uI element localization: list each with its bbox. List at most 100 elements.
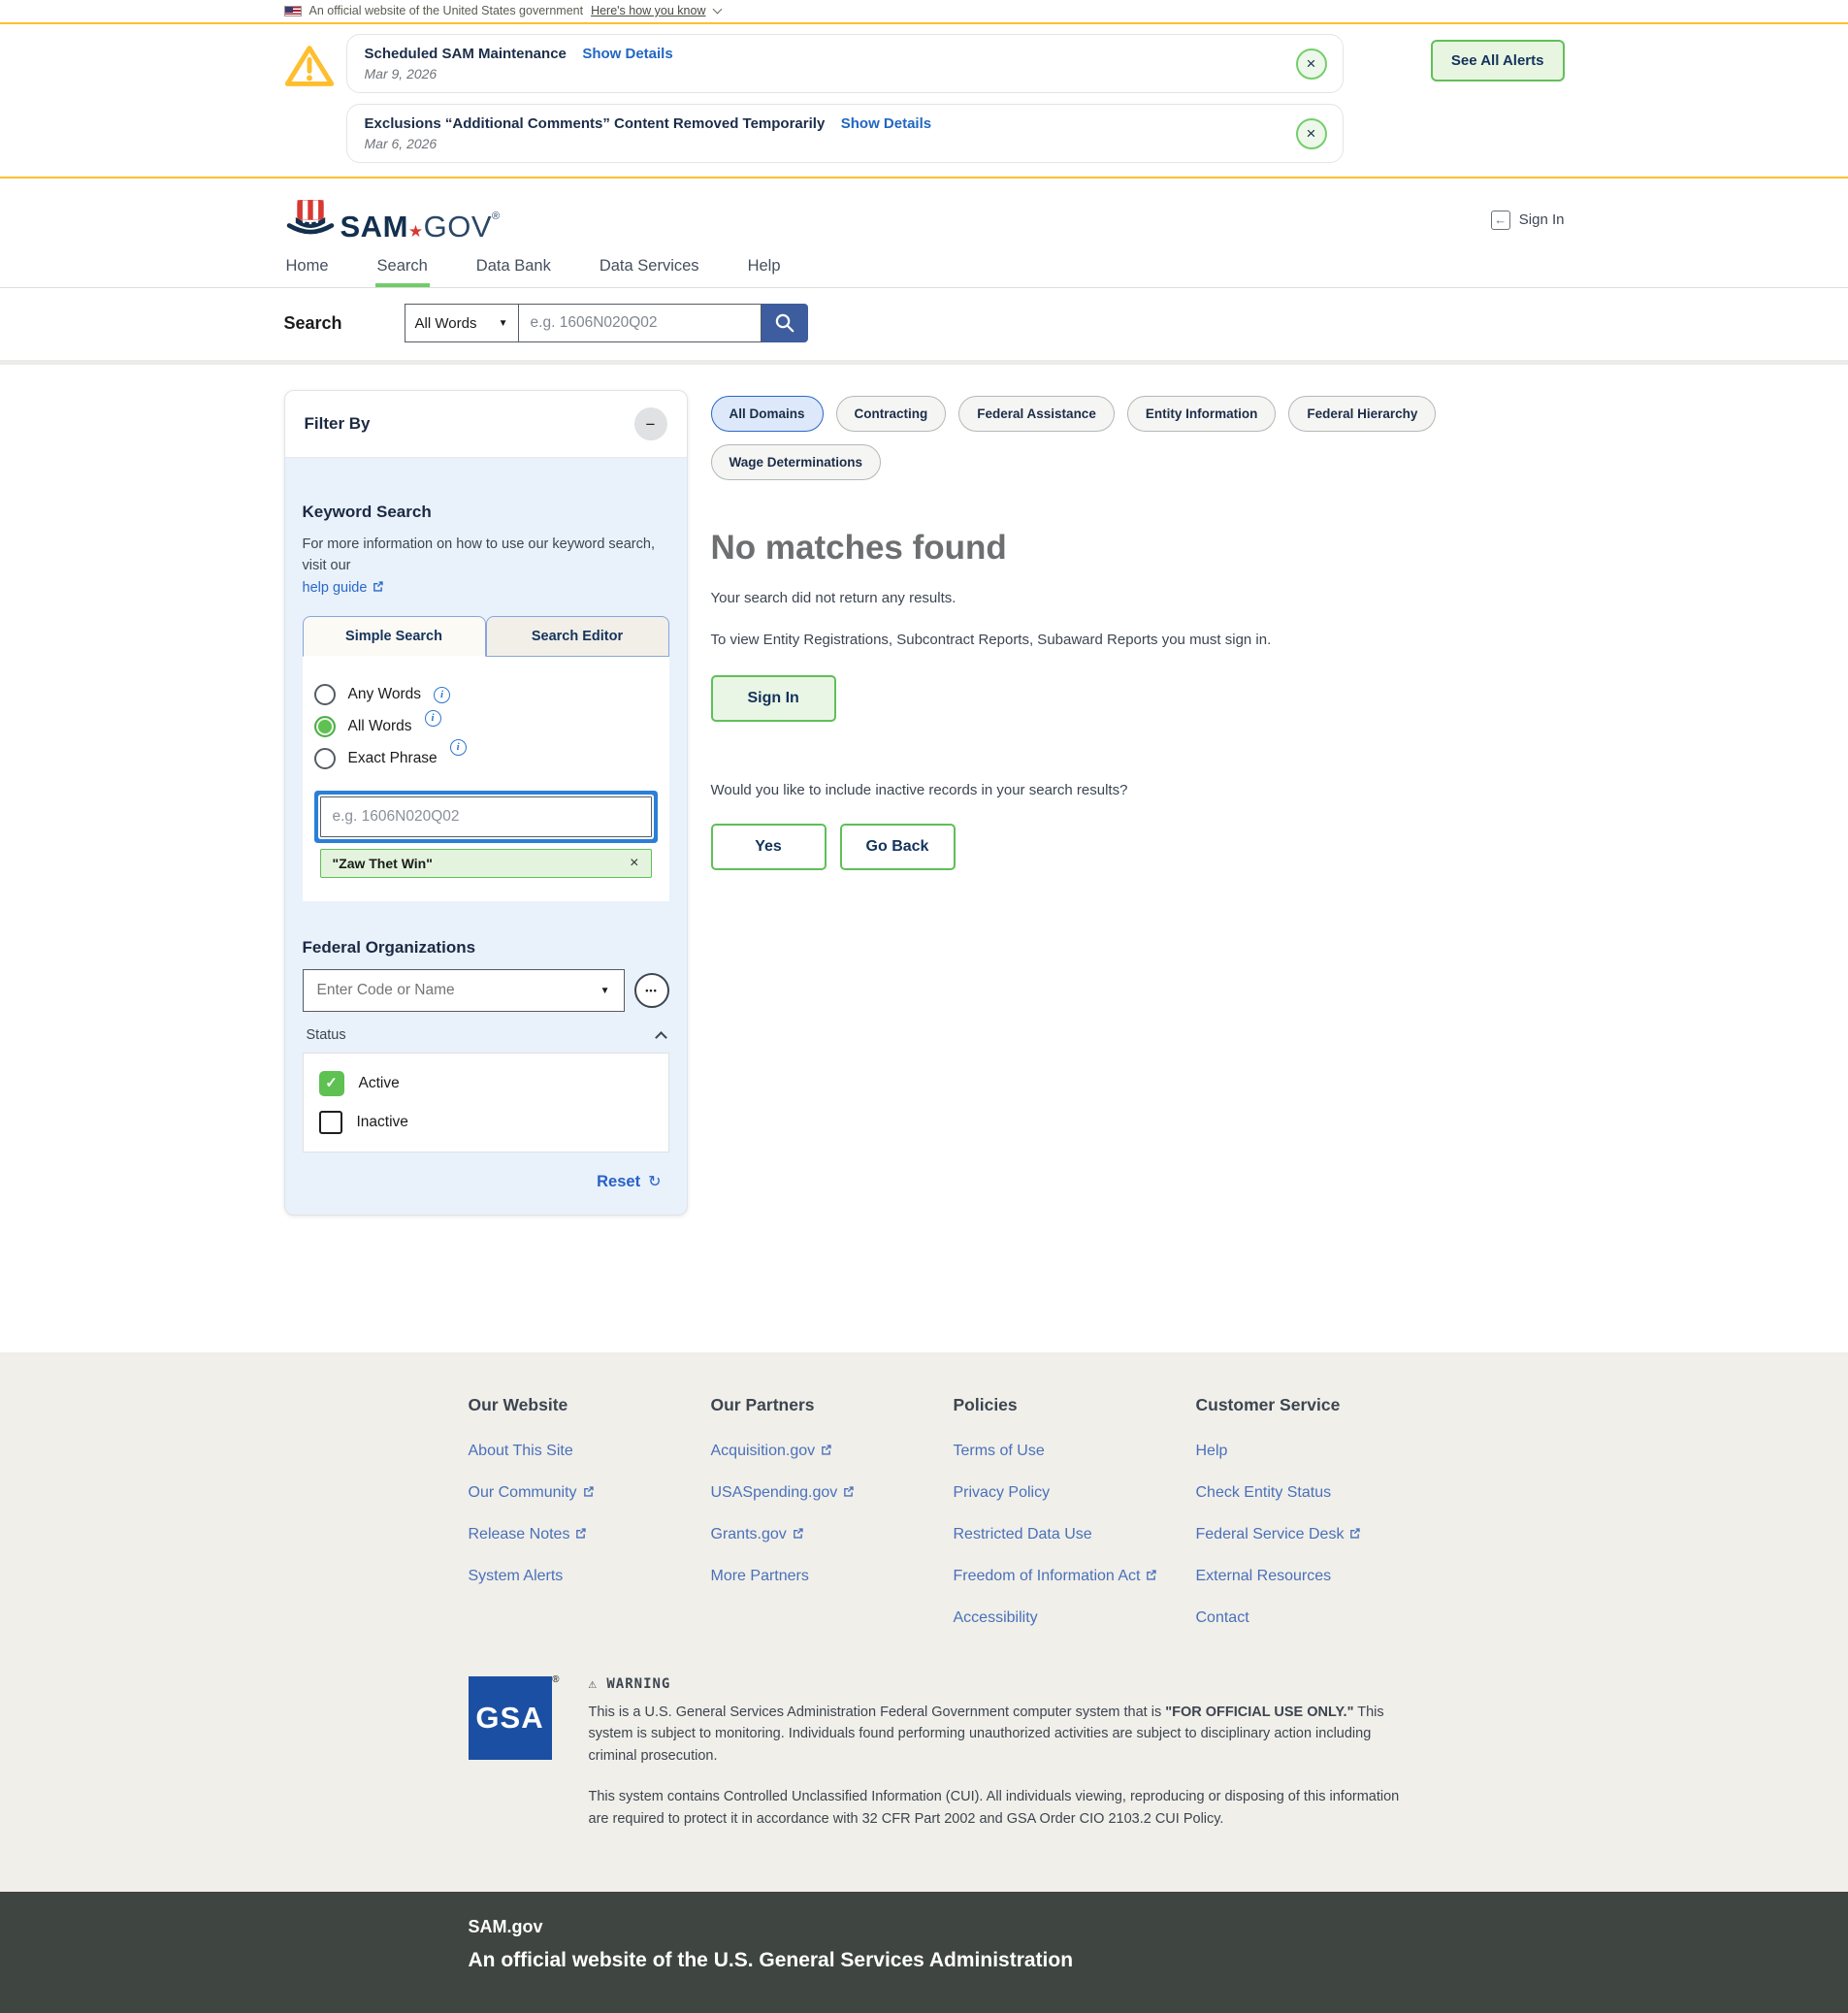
magnifier-icon — [774, 312, 795, 334]
search-mode-value: All Words — [415, 315, 477, 332]
external-link-icon — [1145, 1569, 1157, 1581]
global-search-input[interactable] — [519, 304, 762, 342]
select-caret-icon: ▼ — [600, 986, 610, 996]
nav-item-home[interactable]: Home — [284, 253, 331, 287]
alert-card: Scheduled SAM Maintenance Show Details M… — [346, 34, 1344, 93]
footer-link-system-alerts[interactable]: System Alerts — [469, 1568, 564, 1585]
sign-in-button[interactable]: Sign In — [711, 675, 836, 722]
warning-paragraph-2: This system contains Controlled Unclassi… — [589, 1786, 1418, 1830]
footer-link-contact[interactable]: Contact — [1196, 1609, 1249, 1627]
pill-contracting[interactable]: Contracting — [836, 396, 947, 432]
alert-date: Mar 6, 2026 — [365, 136, 1284, 151]
radio-any-words[interactable] — [314, 684, 336, 705]
checkbox-active[interactable]: ✓ — [319, 1071, 344, 1096]
nav-item-data-services[interactable]: Data Services — [598, 253, 701, 287]
footer-link-foia[interactable]: Freedom of Information Act — [954, 1568, 1158, 1585]
go-back-button[interactable]: Go Back — [840, 824, 956, 870]
checkbox-inactive[interactable] — [319, 1111, 342, 1134]
tab-search-editor[interactable]: Search Editor — [486, 616, 669, 657]
checkbox-inactive-label: Inactive — [357, 1114, 408, 1131]
collapse-filters-button[interactable]: − — [634, 407, 667, 440]
close-icon[interactable]: × — [1296, 49, 1327, 80]
brand-text: SAM★GOV® — [340, 211, 501, 242]
pill-all-domains[interactable]: All Domains — [711, 396, 824, 432]
show-details-link[interactable]: Show Details — [841, 115, 931, 132]
alerts-section: Scheduled SAM Maintenance Show Details M… — [0, 24, 1848, 179]
gov-banner-text: An official website of the United States… — [309, 4, 584, 17]
pill-federal-hierarchy[interactable]: Federal Hierarchy — [1288, 396, 1436, 432]
no-results-subtitle: Your search did not return any results. — [711, 587, 1361, 609]
yes-button[interactable]: Yes — [711, 824, 827, 870]
reset-filters-link[interactable]: Reset↻ — [597, 1173, 661, 1190]
info-icon[interactable]: i — [450, 739, 467, 756]
keyword-search-input[interactable] — [320, 796, 652, 837]
info-icon[interactable]: i — [434, 687, 450, 703]
close-icon[interactable]: × — [1296, 118, 1327, 149]
footer-link-external-resources[interactable]: External Resources — [1196, 1568, 1332, 1585]
footer-agency-line: An official website of the U.S. General … — [469, 1949, 1565, 1972]
footer-link-usaspending-gov[interactable]: USASpending.gov — [711, 1484, 856, 1502]
external-link-icon — [792, 1527, 804, 1540]
footer-link-restricted-data-use[interactable]: Restricted Data Use — [954, 1526, 1092, 1543]
chip-remove-icon[interactable]: × — [630, 855, 638, 872]
pill-wage-determinations[interactable]: Wage Determinations — [711, 444, 882, 480]
pill-entity-information[interactable]: Entity Information — [1127, 396, 1277, 432]
gsa-warning-row: GSA ® ⚠ WARNING This is a U.S. General S… — [469, 1676, 1565, 1892]
nav-item-data-bank[interactable]: Data Bank — [474, 253, 553, 287]
search-submit-button[interactable] — [762, 304, 808, 342]
chevron-up-icon[interactable] — [655, 1032, 667, 1045]
nav-band: Home Search Data Bank Data Services Help — [0, 253, 1848, 288]
footer-link-acquisition-gov[interactable]: Acquisition.gov — [711, 1443, 833, 1460]
checkbox-active-label: Active — [359, 1075, 400, 1092]
help-guide-link[interactable]: help guide — [303, 580, 385, 596]
nav-item-search[interactable]: Search — [375, 253, 430, 287]
footer-link-terms-of-use[interactable]: Terms of Use — [954, 1443, 1045, 1460]
chevron-down-icon[interactable] — [712, 4, 722, 14]
footer-link-more-partners[interactable]: More Partners — [711, 1568, 809, 1585]
footer-link-privacy-policy[interactable]: Privacy Policy — [954, 1484, 1051, 1502]
radio-any-words-label: Any Words — [348, 686, 422, 703]
search-mode-select[interactable]: All Words ▼ — [405, 304, 519, 342]
footer-link-release-notes[interactable]: Release Notes — [469, 1526, 588, 1543]
footer-link-our-community[interactable]: Our Community — [469, 1484, 595, 1502]
footer-link-help[interactable]: Help — [1196, 1443, 1228, 1460]
sign-in-label: Sign In — [1519, 211, 1565, 228]
footer-col-our-website: Our Website About This Site Our Communit… — [469, 1395, 711, 1651]
footer-col-heading: Customer Service — [1196, 1395, 1448, 1415]
reset-icon: ↻ — [648, 1174, 661, 1190]
nav-item-help[interactable]: Help — [746, 253, 783, 287]
footer-link-columns: Our Website About This Site Our Communit… — [469, 1395, 1565, 1651]
keyword-info-text: For more information on how to use our k… — [303, 536, 655, 573]
see-all-alerts-button[interactable]: See All Alerts — [1431, 40, 1565, 81]
footer-link-about-this-site[interactable]: About This Site — [469, 1443, 573, 1460]
filter-by-title: Filter By — [305, 414, 371, 434]
external-link-icon — [820, 1444, 832, 1456]
footer-link-check-entity-status[interactable]: Check Entity Status — [1196, 1484, 1332, 1502]
alert-title: Scheduled SAM Maintenance — [365, 46, 567, 62]
tab-simple-search[interactable]: Simple Search — [303, 616, 486, 657]
header-sign-in-link[interactable]: ← Sign In — [1491, 211, 1565, 230]
show-details-link[interactable]: Show Details — [582, 46, 672, 62]
simple-search-panel: Any Words i All Words i Exact Phrase i "… — [303, 657, 669, 901]
main-content: Filter By − Keyword Search For more info… — [284, 365, 1565, 1352]
radio-all-words-label: All Words — [348, 718, 412, 735]
gov-banner: An official website of the United States… — [0, 0, 1848, 24]
pill-federal-assistance[interactable]: Federal Assistance — [958, 396, 1115, 432]
keyword-search-heading: Keyword Search — [303, 503, 669, 522]
footer-col-heading: Our Partners — [711, 1395, 954, 1415]
footer-link-accessibility[interactable]: Accessibility — [954, 1609, 1038, 1627]
keyword-chip-label: "Zaw Thet Win" — [333, 856, 433, 871]
footer-link-federal-service-desk[interactable]: Federal Service Desk — [1196, 1526, 1362, 1543]
radio-all-words[interactable] — [314, 716, 336, 737]
more-options-icon[interactable]: ••• — [634, 973, 669, 1008]
sam-gov-logo[interactable]: SAM★GOV® — [284, 198, 501, 242]
federal-orgs-select[interactable]: Enter Code or Name ▼ — [303, 969, 625, 1012]
warning-triangle-icon — [284, 34, 346, 93]
warning-block: ⚠ WARNING This is a U.S. General Service… — [589, 1676, 1418, 1849]
domain-filter-pills: All Domains Contracting Federal Assistan… — [711, 396, 1565, 480]
footer-link-grants-gov[interactable]: Grants.gov — [711, 1526, 804, 1543]
radio-exact-phrase[interactable] — [314, 748, 336, 769]
heres-how-you-know-link[interactable]: Here's how you know — [591, 4, 705, 17]
info-icon[interactable]: i — [425, 710, 441, 727]
us-flag-icon — [284, 6, 302, 16]
